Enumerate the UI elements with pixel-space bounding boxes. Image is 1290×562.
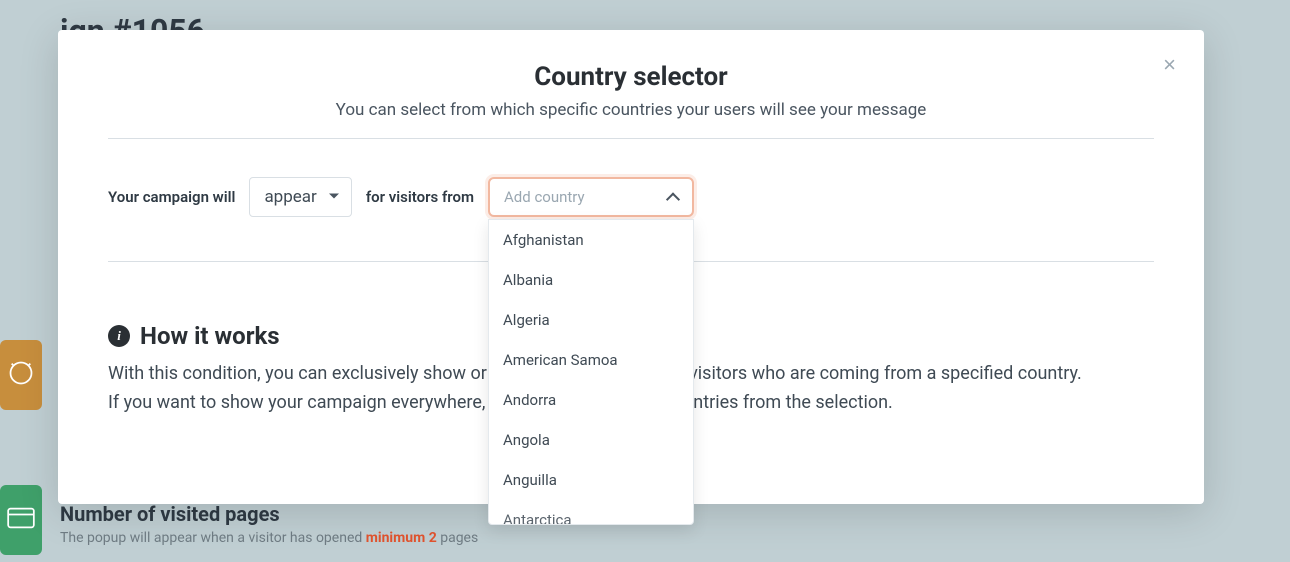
rule-prefix-label: Your campaign will xyxy=(108,188,235,206)
close-icon: × xyxy=(1163,52,1176,77)
country-placeholder: Add country xyxy=(504,188,585,206)
bg-section-title: Number of visited pages xyxy=(60,502,280,526)
close-button[interactable]: × xyxy=(1163,54,1176,76)
country-option[interactable]: Antarctica xyxy=(489,500,693,525)
appear-mode-value: appear xyxy=(264,187,316,207)
country-option[interactable]: American Samoa xyxy=(489,340,693,380)
how-heading-text: How it works xyxy=(140,322,280,350)
bg-sub-before: The popup will appear when a visitor has… xyxy=(60,530,366,546)
country-option[interactable]: Algeria xyxy=(489,300,693,340)
sidebar-clock-icon xyxy=(0,340,42,410)
bg-sub-bold: minimum 2 xyxy=(366,530,437,546)
rule-midfix-label: for visitors from xyxy=(366,188,474,206)
country-combobox[interactable]: Add country xyxy=(488,177,694,217)
modal-subtitle: You can select from which specific count… xyxy=(108,100,1154,120)
country-option[interactable]: Andorra xyxy=(489,380,693,420)
country-selector-modal: × Country selector You can select from w… xyxy=(58,30,1204,504)
country-combo-wrap: Add country Afghanistan Albania Algeria … xyxy=(488,177,694,217)
country-option[interactable]: Afghanistan xyxy=(489,220,693,260)
country-option[interactable]: Angola xyxy=(489,420,693,460)
info-icon: i xyxy=(108,325,130,347)
bg-section-subtitle: The popup will appear when a visitor has… xyxy=(60,530,478,546)
card-icon xyxy=(7,507,35,533)
appear-mode-select[interactable]: appear xyxy=(249,177,351,217)
sidebar-card-icon xyxy=(0,485,42,555)
country-option[interactable]: Anguilla xyxy=(489,460,693,500)
modal-title: Country selector xyxy=(108,62,1154,92)
country-option[interactable]: Albania xyxy=(489,260,693,300)
country-dropdown: Afghanistan Albania Algeria American Sam… xyxy=(488,219,694,525)
rule-row: Your campaign will appear for visitors f… xyxy=(108,139,1154,261)
clock-icon xyxy=(7,359,35,391)
bg-sub-after: pages xyxy=(437,530,478,546)
